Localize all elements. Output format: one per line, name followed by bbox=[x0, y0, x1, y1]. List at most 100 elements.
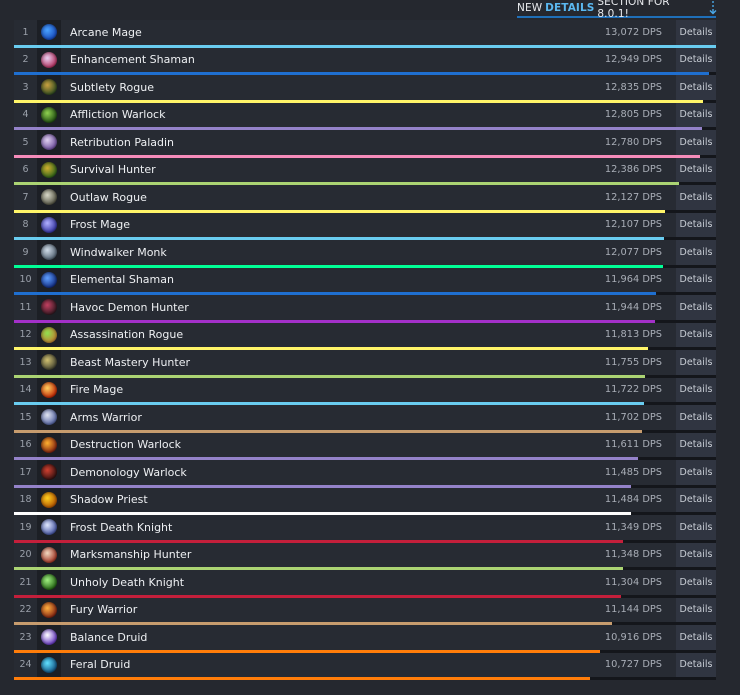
ranking-row: 14 Fire Mage 11,722 DPS Details bbox=[14, 377, 716, 405]
details-button[interactable]: Details bbox=[676, 157, 716, 182]
fury-warrior-icon bbox=[41, 601, 57, 618]
survival-hunter-icon bbox=[41, 161, 57, 178]
rank-number: 7 bbox=[22, 191, 29, 203]
spec-name: Arcane Mage bbox=[70, 25, 142, 39]
spec-name: Assassination Rogue bbox=[70, 328, 184, 342]
details-button[interactable]: Details bbox=[676, 295, 716, 320]
dps-value: 11,722 DPS bbox=[604, 384, 662, 396]
dps-value: 11,348 DPS bbox=[604, 549, 662, 561]
details-button[interactable]: Details bbox=[676, 377, 716, 402]
details-button[interactable]: Details bbox=[676, 542, 716, 567]
ranking-row: 20 Marksmanship Hunter 11,348 DPS Detail… bbox=[14, 542, 716, 570]
spec-icon-cell bbox=[37, 102, 61, 127]
rank-number: 8 bbox=[22, 219, 29, 231]
dps-value: 11,484 DPS bbox=[604, 494, 662, 506]
spec-name: Elemental Shaman bbox=[70, 273, 174, 287]
spec-name: Balance Druid bbox=[70, 630, 148, 644]
spec-icon-cell bbox=[37, 405, 61, 430]
details-button[interactable]: Details bbox=[676, 185, 716, 210]
dps-value: 12,805 DPS bbox=[604, 109, 662, 121]
spec-icon-cell bbox=[37, 542, 61, 567]
spec-icon-cell bbox=[37, 377, 61, 402]
spec-name: Marksmanship Hunter bbox=[70, 548, 192, 562]
details-button[interactable]: Details bbox=[676, 405, 716, 430]
details-button[interactable]: Details bbox=[676, 20, 716, 45]
details-button[interactable]: Details bbox=[676, 267, 716, 292]
details-button[interactable]: Details bbox=[676, 350, 716, 375]
ranking-row: 9 Windwalker Monk 12,077 DPS Details bbox=[14, 240, 716, 268]
details-button[interactable]: Details bbox=[676, 515, 716, 540]
spec-icon-cell bbox=[37, 75, 61, 100]
details-button[interactable]: Details bbox=[676, 652, 716, 677]
ranking-row: 17 Demonology Warlock 11,485 DPS Details bbox=[14, 460, 716, 488]
rank-number: 20 bbox=[19, 549, 32, 561]
windwalker-monk-icon bbox=[41, 244, 57, 261]
new-details-banner[interactable]: NEW DETAILS SECTION FOR 8.0.1! bbox=[517, 0, 718, 20]
fire-mage-icon bbox=[41, 381, 57, 398]
banner-prefix: NEW bbox=[517, 2, 543, 14]
frost-death-knight-icon bbox=[41, 519, 57, 536]
dps-value: 12,107 DPS bbox=[604, 219, 662, 231]
spec-name: Frost Death Knight bbox=[70, 520, 173, 534]
ranking-row: 16 Destruction Warlock 11,611 DPS Detail… bbox=[14, 432, 716, 460]
details-button[interactable]: Details bbox=[676, 597, 716, 622]
rank-number: 14 bbox=[19, 384, 32, 396]
spec-name: Beast Mastery Hunter bbox=[70, 355, 190, 369]
details-button[interactable]: Details bbox=[676, 625, 716, 650]
details-button[interactable]: Details bbox=[676, 212, 716, 237]
ranking-row: 10 Elemental Shaman 11,964 DPS Details bbox=[14, 267, 716, 295]
details-button[interactable]: Details bbox=[676, 432, 716, 457]
spec-icon-cell bbox=[37, 130, 61, 155]
spec-icon-cell bbox=[37, 157, 61, 182]
rank-number: 3 bbox=[22, 81, 29, 93]
dps-value: 11,813 DPS bbox=[604, 329, 662, 341]
rank-number: 2 bbox=[22, 54, 29, 66]
details-button[interactable]: Details bbox=[676, 47, 716, 72]
details-button[interactable]: Details bbox=[676, 240, 716, 265]
details-button[interactable]: Details bbox=[676, 102, 716, 127]
affliction-warlock-icon bbox=[41, 106, 57, 123]
spec-icon-cell bbox=[37, 652, 61, 677]
details-button[interactable]: Details bbox=[676, 75, 716, 100]
dps-value: 11,485 DPS bbox=[604, 466, 662, 478]
rank-number: 1 bbox=[22, 26, 29, 38]
details-button[interactable]: Details bbox=[676, 322, 716, 347]
feral-druid-icon bbox=[41, 656, 57, 673]
spec-icon-cell bbox=[37, 350, 61, 375]
rank-number: 9 bbox=[22, 246, 29, 258]
retribution-paladin-icon bbox=[41, 134, 57, 151]
enhancement-shaman-icon bbox=[41, 51, 57, 68]
ranking-row: 4 Affliction Warlock 12,805 DPS Details bbox=[14, 102, 716, 130]
spec-name: Affliction Warlock bbox=[70, 108, 166, 122]
ranking-row: 22 Fury Warrior 11,144 DPS Details bbox=[14, 597, 716, 625]
dps-value: 11,702 DPS bbox=[604, 411, 662, 423]
ranking-row: 13 Beast Mastery Hunter 11,755 DPS Detai… bbox=[14, 350, 716, 378]
dps-value: 12,127 DPS bbox=[604, 191, 662, 203]
details-button[interactable]: Details bbox=[676, 487, 716, 512]
details-button[interactable]: Details bbox=[676, 460, 716, 485]
spec-name: Fire Mage bbox=[70, 383, 124, 397]
dps-value: 11,304 DPS bbox=[604, 576, 662, 588]
shadow-priest-icon bbox=[41, 491, 57, 508]
spec-icon-cell bbox=[37, 625, 61, 650]
spec-name: Unholy Death Knight bbox=[70, 575, 185, 589]
rank-number: 15 bbox=[19, 411, 32, 423]
rank-number: 23 bbox=[19, 631, 32, 643]
details-button[interactable]: Details bbox=[676, 570, 716, 595]
unholy-death-knight-icon bbox=[41, 574, 57, 591]
rank-number: 21 bbox=[19, 576, 32, 588]
dps-value: 12,386 DPS bbox=[604, 164, 662, 176]
dps-value: 12,780 DPS bbox=[604, 136, 662, 148]
dps-value: 11,611 DPS bbox=[604, 439, 662, 451]
spec-name: Enhancement Shaman bbox=[70, 53, 195, 67]
spec-icon-cell bbox=[37, 487, 61, 512]
rank-number: 18 bbox=[19, 494, 32, 506]
download-arrow-icon[interactable] bbox=[708, 1, 718, 15]
details-button[interactable]: Details bbox=[676, 130, 716, 155]
ranking-row: 23 Balance Druid 10,916 DPS Details bbox=[14, 625, 716, 653]
rank-number: 4 bbox=[22, 109, 29, 121]
arcane-mage-icon bbox=[41, 24, 57, 41]
ranking-row: 3 Subtlety Rogue 12,835 DPS Details bbox=[14, 75, 716, 103]
spec-icon-cell bbox=[37, 267, 61, 292]
ranking-row: 21 Unholy Death Knight 11,304 DPS Detail… bbox=[14, 570, 716, 598]
